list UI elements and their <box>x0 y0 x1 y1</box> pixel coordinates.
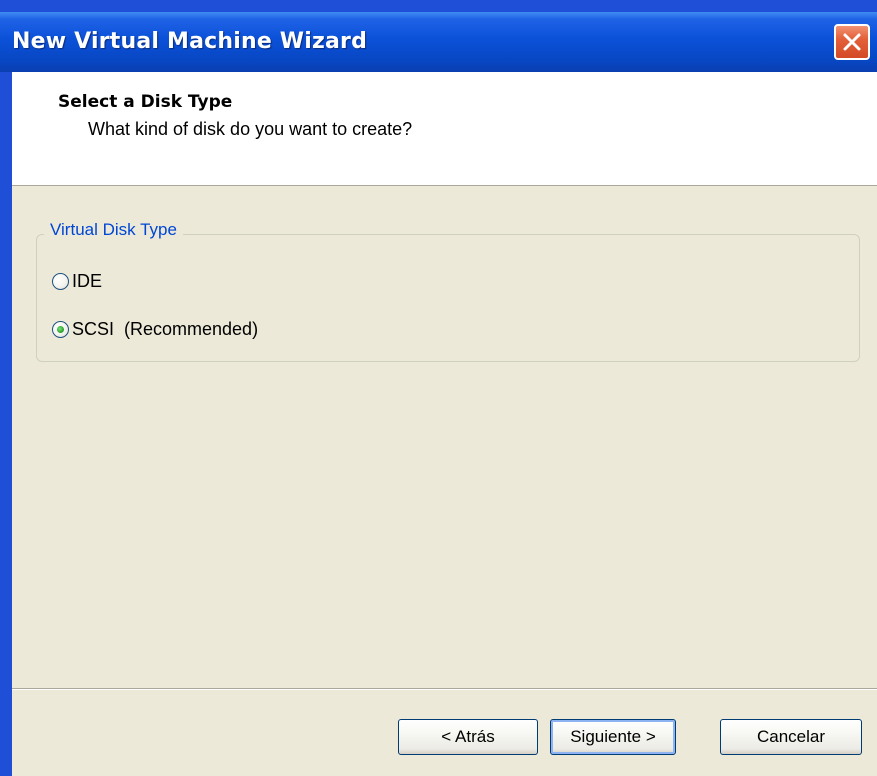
back-button[interactable]: < Atrás <box>398 719 538 755</box>
wizard-window: New Virtual Machine Wizard Select a Disk… <box>0 0 877 776</box>
page-title: Select a Disk Type <box>58 92 233 112</box>
next-button[interactable]: Siguiente > <box>550 719 676 755</box>
group-label: Virtual Disk Type <box>44 220 183 240</box>
close-icon <box>843 33 861 51</box>
wizard-body: Select a Disk Type What kind of disk do … <box>12 72 877 776</box>
radio-button-ide[interactable] <box>52 272 69 290</box>
radio-label-ide[interactable]: IDE <box>72 271 102 292</box>
window-title: New Virtual Machine Wizard <box>12 29 368 54</box>
radio-option-ide[interactable]: IDE <box>52 269 102 293</box>
virtual-disk-type-group <box>36 234 860 362</box>
page-subtitle: What kind of disk do you want to create? <box>88 119 413 139</box>
radio-label-scsi[interactable]: SCSI (Recommended) <box>72 319 258 340</box>
title-bar[interactable]: New Virtual Machine Wizard <box>0 12 877 72</box>
radio-button-scsi[interactable] <box>52 320 69 338</box>
close-button[interactable] <box>834 24 870 60</box>
footer-separator <box>12 688 877 690</box>
wizard-header: Select a Disk Type What kind of disk do … <box>12 72 877 186</box>
radio-option-scsi[interactable]: SCSI (Recommended) <box>52 317 258 341</box>
cancel-button[interactable]: Cancelar <box>720 719 862 755</box>
